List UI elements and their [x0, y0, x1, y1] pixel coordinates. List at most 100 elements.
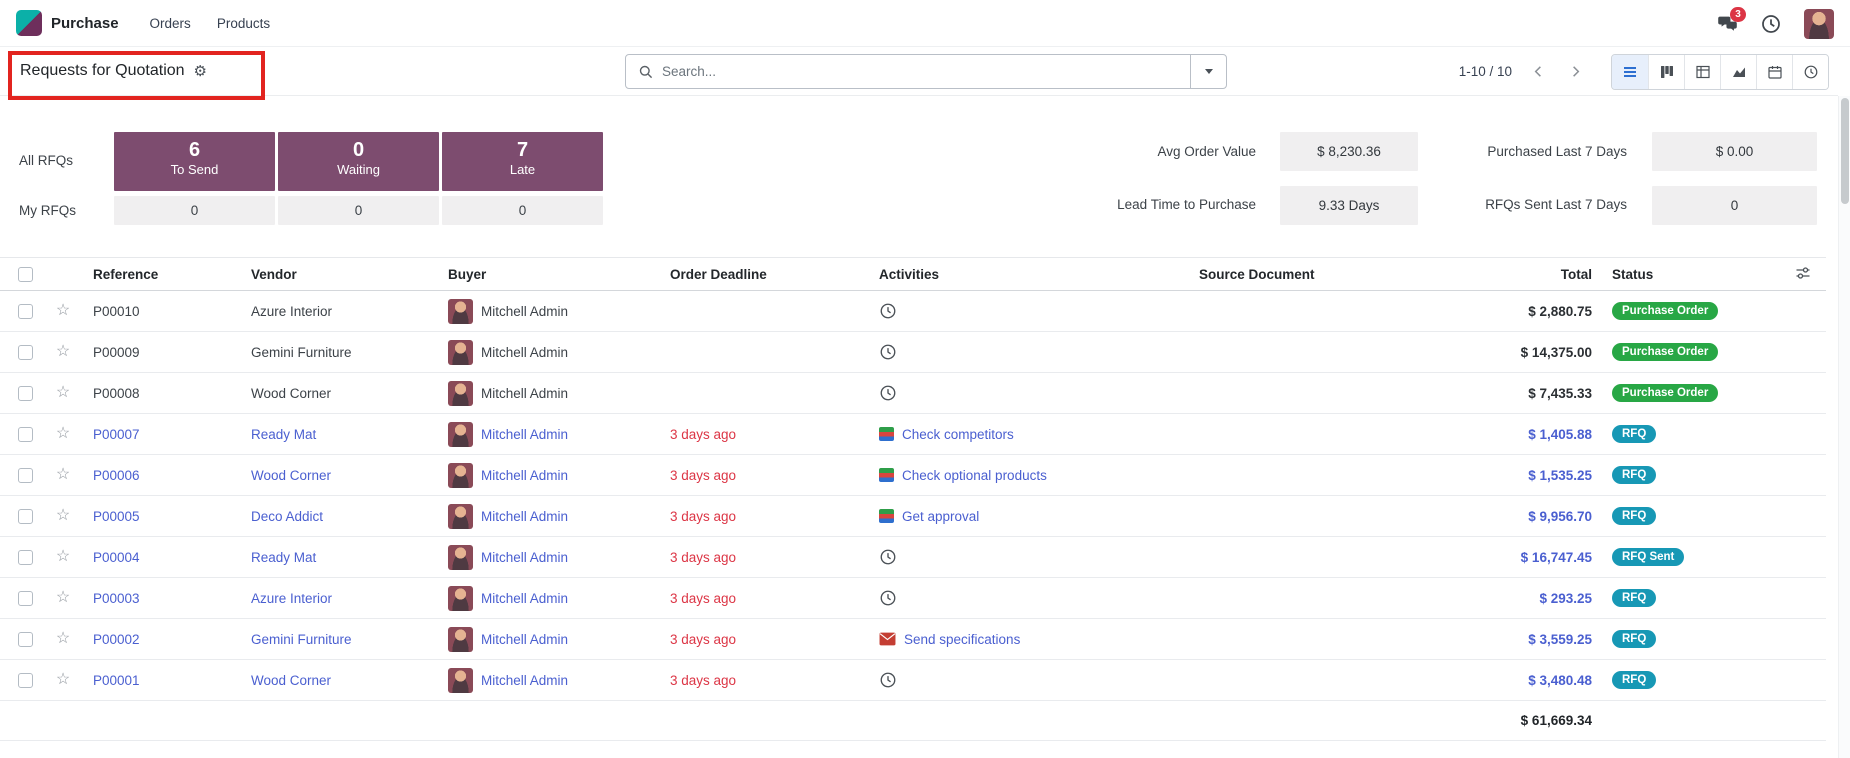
activity-cell[interactable]: Check optional products	[868, 468, 1188, 483]
favorite-star-icon[interactable]: ☆	[56, 426, 70, 442]
activity-label[interactable]: Get approval	[902, 509, 979, 524]
activity-clock-icon[interactable]	[879, 589, 897, 607]
kpi-rfqs-sent-7days-label: RFQs Sent Last 7 Days	[1407, 197, 1627, 212]
purchase-app-icon[interactable]	[16, 10, 42, 36]
row-checkbox[interactable]	[18, 345, 33, 360]
activity-type-icon[interactable]	[879, 468, 894, 482]
activity-mail-icon[interactable]	[879, 632, 896, 646]
buyer-cell: Mitchell Admin	[437, 463, 659, 488]
activity-cell[interactable]: Check competitors	[868, 427, 1188, 442]
total-cell: $ 14,375.00	[1478, 345, 1594, 360]
table-row[interactable]: ☆ P00002 Gemini Furniture Mitchell Admin…	[0, 619, 1826, 660]
app-name[interactable]: Purchase	[51, 15, 119, 32]
stat-late[interactable]: 7 Late	[442, 132, 603, 191]
view-graph-button[interactable]	[1720, 55, 1756, 89]
menu-orders[interactable]: Orders	[137, 0, 204, 46]
activity-cell[interactable]	[868, 343, 1188, 361]
activity-label[interactable]: Send specifications	[904, 632, 1020, 647]
header-reference[interactable]: Reference	[82, 267, 240, 282]
activity-cell[interactable]: Get approval	[868, 509, 1188, 524]
header-vendor[interactable]: Vendor	[240, 267, 437, 282]
header-order-deadline[interactable]: Order Deadline	[659, 267, 868, 282]
messages-icon[interactable]: 3	[1716, 13, 1738, 35]
row-checkbox[interactable]	[18, 550, 33, 565]
view-pivot-button[interactable]	[1684, 55, 1720, 89]
menu-products[interactable]: Products	[204, 0, 283, 46]
activity-label[interactable]: Check competitors	[902, 427, 1014, 442]
favorite-star-icon[interactable]: ☆	[56, 385, 70, 401]
table-row[interactable]: ☆ P00004 Ready Mat Mitchell Admin 3 days…	[0, 537, 1826, 578]
row-checkbox[interactable]	[18, 673, 33, 688]
kpi-rfqs-sent-7days: 0	[1652, 186, 1817, 225]
activity-type-icon[interactable]	[879, 509, 894, 523]
header-source-document[interactable]: Source Document	[1188, 267, 1478, 282]
table-row[interactable]: ☆ P00007 Ready Mat Mitchell Admin 3 days…	[0, 414, 1826, 455]
table-row[interactable]: ☆ P00001 Wood Corner Mitchell Admin 3 da…	[0, 660, 1826, 701]
select-all-checkbox[interactable]	[18, 267, 33, 282]
activity-clock-icon[interactable]	[879, 302, 897, 320]
buyer-avatar	[448, 381, 473, 406]
row-checkbox[interactable]	[18, 427, 33, 442]
stat-to-send[interactable]: 6 To Send	[114, 132, 275, 191]
activity-label[interactable]: Check optional products	[902, 468, 1047, 483]
favorite-star-icon[interactable]: ☆	[56, 672, 70, 688]
favorite-star-icon[interactable]: ☆	[56, 344, 70, 360]
deadline-cell: 3 days ago	[659, 509, 868, 524]
table-row[interactable]: ☆ P00003 Azure Interior Mitchell Admin 3…	[0, 578, 1826, 619]
activity-clock-icon[interactable]	[879, 343, 897, 361]
pager-next-button[interactable]	[1564, 60, 1586, 82]
search-dropdown-toggle[interactable]	[1190, 55, 1226, 88]
favorite-star-icon[interactable]: ☆	[56, 590, 70, 606]
row-checkbox[interactable]	[18, 632, 33, 647]
view-activity-button[interactable]	[1792, 55, 1828, 89]
search-input[interactable]	[662, 55, 1190, 88]
my-to-send[interactable]: 0	[114, 196, 275, 225]
header-total[interactable]: Total	[1478, 267, 1594, 282]
favorite-star-icon[interactable]: ☆	[56, 467, 70, 483]
my-waiting[interactable]: 0	[278, 196, 439, 225]
table-row[interactable]: ☆ P00008 Wood Corner Mitchell Admin $ 7,…	[0, 373, 1826, 414]
buyer-cell: Mitchell Admin	[437, 381, 659, 406]
kpi-avg-order-value: $ 8,230.36	[1280, 132, 1418, 171]
row-checkbox[interactable]	[18, 304, 33, 319]
row-checkbox[interactable]	[18, 468, 33, 483]
view-list-button[interactable]	[1612, 55, 1648, 89]
table-row[interactable]: ☆ P00009 Gemini Furniture Mitchell Admin…	[0, 332, 1826, 373]
activity-clock-icon[interactable]	[879, 384, 897, 402]
pager-prev-button[interactable]	[1527, 60, 1549, 82]
user-avatar[interactable]	[1804, 9, 1834, 39]
row-checkbox[interactable]	[18, 386, 33, 401]
activity-cell[interactable]	[868, 589, 1188, 607]
activity-clock-icon[interactable]	[879, 548, 897, 566]
header-status[interactable]: Status	[1594, 267, 1779, 282]
favorite-star-icon[interactable]: ☆	[56, 631, 70, 647]
activities-menu-icon[interactable]	[1760, 13, 1782, 35]
row-checkbox[interactable]	[18, 591, 33, 606]
activity-cell[interactable]	[868, 384, 1188, 402]
my-late[interactable]: 0	[442, 196, 603, 225]
table-row[interactable]: ☆ P00010 Azure Interior Mitchell Admin $…	[0, 291, 1826, 332]
favorite-star-icon[interactable]: ☆	[56, 549, 70, 565]
activity-cell[interactable]: Send specifications	[868, 632, 1188, 647]
activity-cell[interactable]	[868, 671, 1188, 689]
table-row[interactable]: ☆ P00005 Deco Addict Mitchell Admin 3 da…	[0, 496, 1826, 537]
header-activities[interactable]: Activities	[868, 267, 1188, 282]
view-kanban-button[interactable]	[1648, 55, 1684, 89]
activity-clock-icon[interactable]	[879, 671, 897, 689]
view-calendar-button[interactable]	[1756, 55, 1792, 89]
row-checkbox[interactable]	[18, 509, 33, 524]
my-rfqs-label: My RFQs	[19, 203, 76, 218]
activity-cell[interactable]	[868, 302, 1188, 320]
favorite-star-icon[interactable]: ☆	[56, 508, 70, 524]
table-row[interactable]: ☆ P00006 Wood Corner Mitchell Admin 3 da…	[0, 455, 1826, 496]
header-buyer[interactable]: Buyer	[437, 267, 659, 282]
stat-waiting[interactable]: 0 Waiting	[278, 132, 439, 191]
scrollbar-thumb[interactable]	[1841, 98, 1849, 204]
column-settings-button[interactable]	[1779, 265, 1826, 284]
favorite-star-icon[interactable]: ☆	[56, 303, 70, 319]
activity-type-icon[interactable]	[879, 427, 894, 441]
status-badge: RFQ Sent	[1612, 548, 1684, 566]
gear-icon[interactable]: ⚙	[194, 64, 207, 79]
activity-cell[interactable]	[868, 548, 1188, 566]
buyer-name: Mitchell Admin	[481, 550, 568, 565]
